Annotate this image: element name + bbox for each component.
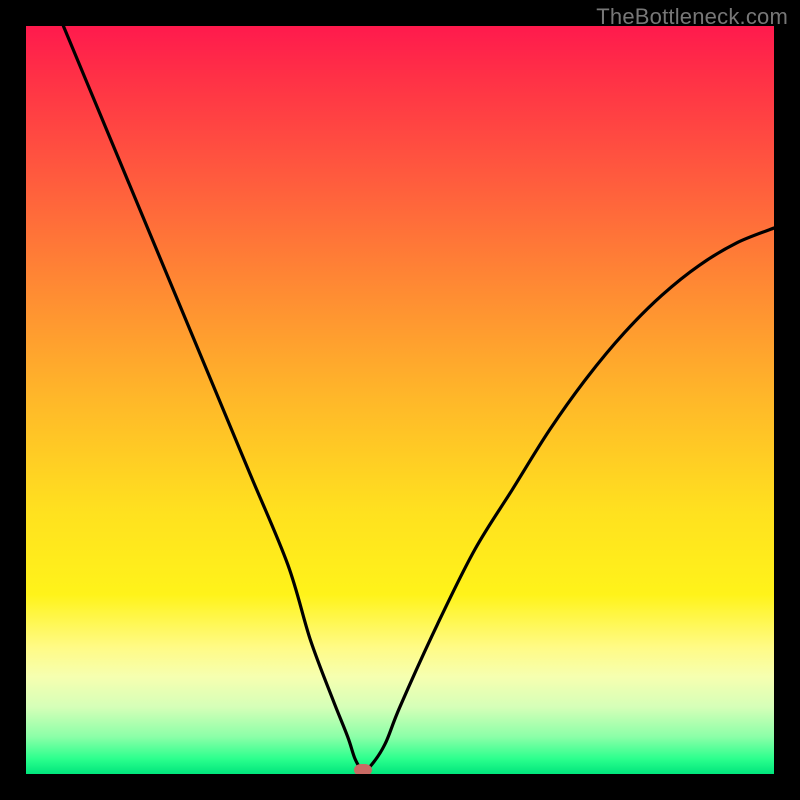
chart-frame: TheBottleneck.com <box>0 0 800 800</box>
bottleneck-curve <box>26 26 774 774</box>
min-point-marker <box>354 764 372 774</box>
plot-area <box>26 26 774 774</box>
